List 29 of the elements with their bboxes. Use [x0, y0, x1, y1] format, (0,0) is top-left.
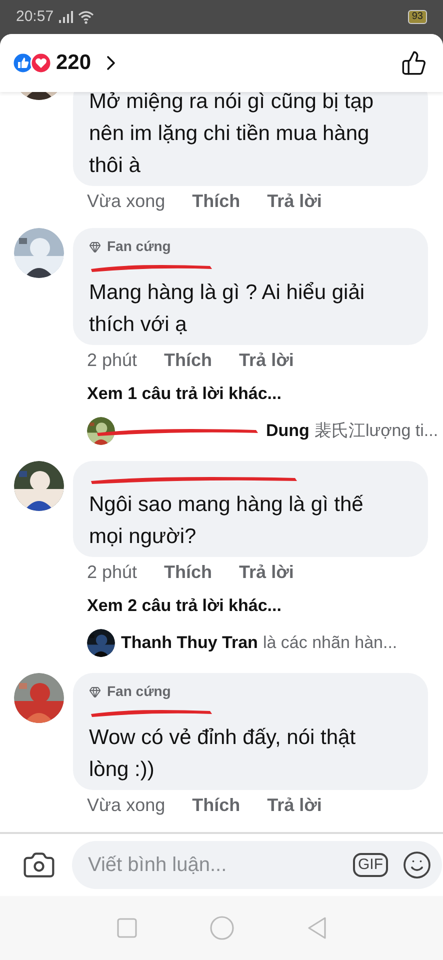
comment-text: Ngôi sao mang hàng là gì thế mọi người?	[89, 492, 364, 550]
like-link[interactable]: Thích	[192, 190, 240, 212]
comment-time: 2 phút	[87, 561, 138, 583]
comment-time: 2 phút	[87, 349, 138, 371]
badge-label: Fan cứng	[107, 682, 171, 701]
battery-level: 93	[408, 10, 427, 24]
reply-link[interactable]: Trả lời	[267, 794, 322, 816]
comment-time: Vừa xong	[87, 190, 166, 212]
like-link[interactable]: Thích	[164, 561, 212, 583]
reply-link[interactable]: Trả lời	[239, 561, 294, 583]
reaction-count[interactable]: 220	[56, 47, 124, 79]
status-time: 20:57	[16, 6, 54, 27]
comment-time: Vừa xong	[87, 794, 166, 816]
comment-text: Mang hàng là gì ? Ai hiểu giải thích với ạ	[89, 280, 366, 338]
like-link[interactable]: Thích	[192, 794, 240, 816]
reply-link[interactable]: Trả lời	[267, 190, 322, 212]
like-link[interactable]: Thích	[164, 349, 212, 371]
comment-input[interactable]: Viết bình luận... GIF	[72, 841, 442, 889]
gif-button[interactable]: GIF	[353, 853, 388, 877]
comment-text: Wow có vẻ đỉnh đấy, nói thật lòng :))	[89, 725, 357, 783]
view-more-replies[interactable]: Xem 2 câu trả lời khác...	[87, 595, 282, 617]
reply-snippet: là các nhãn hàn...	[262, 632, 398, 654]
comment-text: Mở miệng ra nói gì cũng bị tạp nên im lặng chi tiền mua hàng thôi à	[89, 89, 375, 179]
view-more-replies[interactable]: Xem 1 câu trả lời khác...	[87, 383, 282, 405]
reply-link[interactable]: Trả lời	[239, 349, 294, 371]
reply-snippet: 裴氏江lượng ti...	[314, 420, 438, 442]
reply-author: Thanh Thuy Tran	[121, 632, 258, 654]
badge-label: Fan cứng	[107, 237, 171, 256]
reply-author: Dung	[266, 420, 310, 442]
